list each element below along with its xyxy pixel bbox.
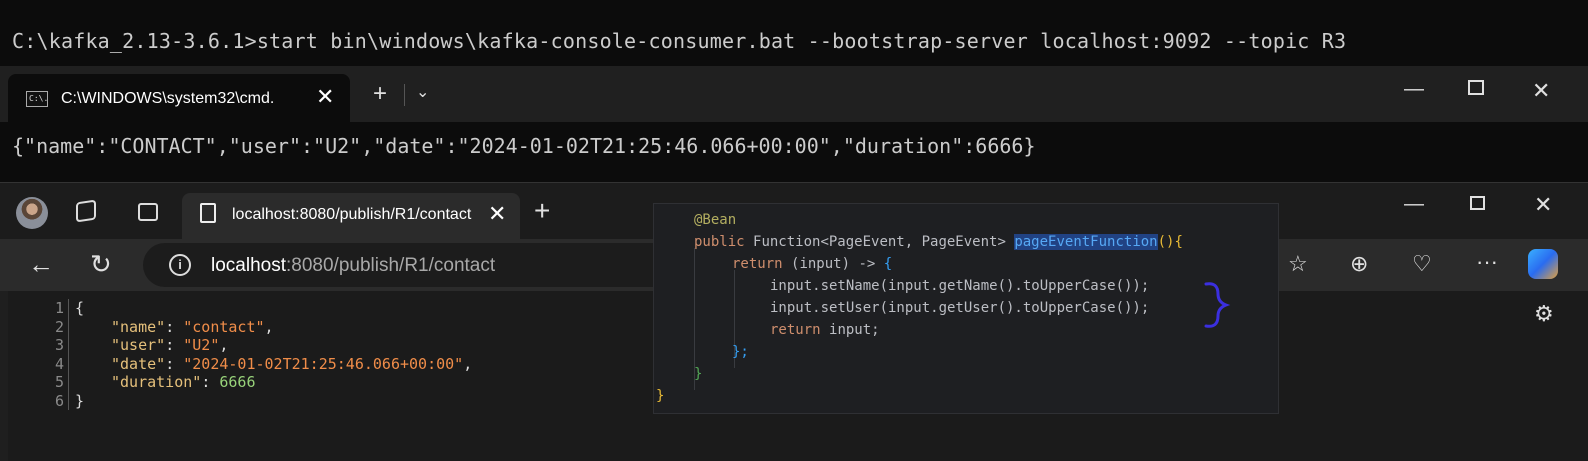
browser-tab-title: localhost:8080/publish/R1/contact xyxy=(232,206,472,223)
workspaces-icon[interactable] xyxy=(76,199,96,223)
maximize-icon[interactable] xyxy=(1468,80,1484,95)
code-line-set-name: input.setName(input.getName().toUpperCas… xyxy=(770,278,1150,294)
url-path: :8080/publish/R1/contact xyxy=(286,255,496,276)
code-line-set-user: input.setUser(input.getUser().toUpperCas… xyxy=(770,300,1150,316)
terminal-tab-title: C:\WINDOWS\system32\cmd. xyxy=(61,90,275,107)
console-background: C:\kafka_2.13-3.6.1>start bin\windows\ka… xyxy=(0,0,1588,66)
terminal-tab[interactable]: C:\. C:\WINDOWS\system32\cmd. ✕ xyxy=(8,74,350,122)
consumer-output: {"name":"CONTACT","user":"U2","date":"20… xyxy=(12,134,1036,158)
collections-icon[interactable]: ⊕ xyxy=(1350,251,1368,277)
more-menu-icon[interactable]: ··· xyxy=(1476,249,1498,275)
close-window-icon[interactable]: ✕ xyxy=(1534,192,1552,218)
json-line-1: 1{ xyxy=(54,299,85,318)
code-line-return-input: return input; xyxy=(770,322,880,338)
chevron-down-icon[interactable]: ⌄ xyxy=(416,82,429,102)
cmd-icon: C:\. xyxy=(26,91,48,107)
new-tab-icon[interactable]: + xyxy=(534,195,550,227)
json-line-6: 6} xyxy=(54,391,85,410)
terminal-body: {"name":"CONTACT","user":"U2","date":"20… xyxy=(0,122,1588,182)
minimize-icon[interactable]: — xyxy=(1404,193,1424,216)
code-line-signature: public Function<PageEvent, PageEvent> pa… xyxy=(694,234,1183,250)
ide-code-popup: @Bean public Function<PageEvent, PageEve… xyxy=(653,203,1279,414)
browser-essentials-icon[interactable]: ♡ xyxy=(1412,251,1432,277)
url-text: localhost:8080/publish/R1/contact xyxy=(211,255,495,277)
maximize-icon[interactable] xyxy=(1470,196,1485,210)
gear-icon[interactable]: ⚙ xyxy=(1534,301,1554,327)
url-host: localhost xyxy=(211,255,286,276)
code-line-annotation: @Bean xyxy=(694,212,737,228)
json-line-5: 5 "duration": 6666 xyxy=(54,373,256,392)
close-window-icon[interactable]: ✕ xyxy=(1532,78,1550,104)
avatar[interactable] xyxy=(16,197,48,229)
address-bar[interactable]: i localhost:8080/publish/R1/contact xyxy=(143,243,683,287)
minimize-icon[interactable]: — xyxy=(1404,78,1424,101)
favorites-icon[interactable]: ☆ xyxy=(1288,251,1308,277)
handwritten-brace-annotation xyxy=(1204,282,1231,328)
close-tab-icon[interactable]: ✕ xyxy=(316,84,334,110)
close-tab-icon[interactable]: ✕ xyxy=(488,201,506,227)
browser-tab[interactable]: localhost:8080/publish/R1/contact ✕ xyxy=(182,193,520,239)
json-line-4: 4 "date": "2024-01-02T21:25:46.066+00:00"… xyxy=(54,354,473,373)
refresh-icon[interactable]: ↻ xyxy=(90,249,112,280)
json-line-3: 3 "user": "U2", xyxy=(54,336,229,355)
new-tab-icon[interactable]: + xyxy=(373,80,387,108)
copilot-icon[interactable] xyxy=(1528,249,1558,279)
info-icon[interactable]: i xyxy=(169,254,191,276)
json-viewer: 1{ 2 "name": "contact", 3 "user": "U2", 4 "… xyxy=(44,299,472,410)
code-line-return-lambda: return (input) -> { xyxy=(732,256,893,272)
back-icon[interactable]: ← xyxy=(28,249,54,280)
code-line-close-class: } xyxy=(656,388,665,404)
code-line-close-lambda: }; xyxy=(732,344,749,360)
code-line-close-method: } xyxy=(694,366,703,382)
page-icon xyxy=(200,203,216,223)
json-line-2: 2 "name": "contact", xyxy=(54,317,274,336)
terminal-window: C:\. C:\WINDOWS\system32\cmd. ✕ + ⌄ — ✕ … xyxy=(0,66,1588,182)
tab-separator xyxy=(404,84,405,106)
console-command-line: C:\kafka_2.13-3.6.1>start bin\windows\ka… xyxy=(12,29,1347,53)
tab-actions-icon[interactable] xyxy=(138,203,158,221)
terminal-tab-bar: C:\. C:\WINDOWS\system32\cmd. ✕ + ⌄ — ✕ xyxy=(0,66,1588,122)
